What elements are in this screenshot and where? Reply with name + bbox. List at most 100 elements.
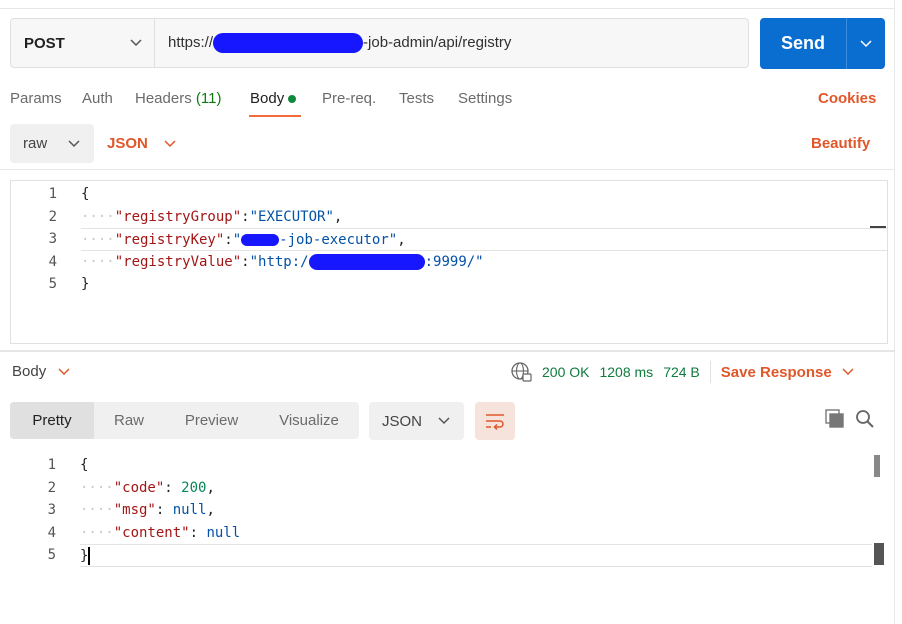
json-key: "registryGroup" (114, 208, 242, 225)
tab-params[interactable]: Params (10, 88, 62, 110)
json-value: "EXECUTOR" (249, 208, 334, 225)
body-mode-select[interactable]: raw (10, 124, 94, 163)
chevron-down-icon (164, 139, 176, 147)
close-brace: } (80, 548, 89, 564)
json-value-prefix: "http:/ (249, 253, 309, 270)
tab-auth-label: Auth (82, 90, 113, 107)
request-code: { ····"registryGroup":"EXECUTOR", ····"r… (81, 183, 887, 296)
chevron-down-icon (58, 368, 70, 376)
json-value: 200 (181, 479, 207, 496)
code-line-current: } (80, 544, 872, 567)
tab-params-label: Params (10, 90, 62, 107)
code-line: ····"registryValue":"http:/:9999/" (81, 253, 484, 270)
line-number: 4 (48, 253, 57, 270)
body-language-label: JSON (107, 135, 148, 152)
line-number: 3 (47, 502, 56, 518)
response-format-select[interactable]: JSON (369, 402, 464, 440)
method-label: POST (24, 34, 65, 52)
tab-preview[interactable]: Preview (164, 402, 259, 439)
body-language-select[interactable]: JSON (107, 124, 176, 163)
open-brace: { (81, 186, 90, 202)
json-value: -job-executor" (279, 232, 398, 248)
code-line: ····"msg": null, (80, 502, 215, 518)
request-url-bar: POST https:// -job-admin/api/registry (10, 18, 749, 68)
body-indicator-dot (288, 95, 297, 104)
line-number: 2 (47, 479, 56, 496)
close-brace: } (81, 276, 90, 292)
url-prefix: https:// (168, 34, 214, 51)
active-tab-underline (249, 115, 301, 117)
json-value: null (172, 502, 207, 518)
redacted-text (241, 234, 280, 246)
url-input[interactable]: https:// -job-admin/api/registry (168, 19, 511, 67)
json-value: null (206, 524, 241, 541)
line-number: 5 (48, 276, 57, 292)
response-scrollbar-thumb[interactable] (874, 455, 880, 477)
tab-auth[interactable]: Auth (82, 88, 113, 110)
cookies-link[interactable]: Cookies (818, 88, 876, 110)
text-cursor (88, 547, 91, 565)
globe-icon[interactable] (510, 361, 532, 383)
status-code[interactable]: 200 OK (542, 364, 589, 380)
response-section-label: Body (12, 363, 47, 380)
chevron-down-icon (130, 39, 142, 47)
response-meta: 200 OK 1208 ms 724 B Save Response (510, 361, 854, 383)
wrap-lines-icon (486, 414, 504, 430)
json-value: :9999/" (424, 253, 484, 270)
open-brace: { (80, 457, 89, 473)
code-line: ····"code": 200, (80, 479, 215, 496)
chevron-down-icon (68, 139, 80, 147)
response-body-viewer[interactable]: { ····"code": 200, ····"msg": null, ····… (80, 454, 872, 567)
tab-settings-label: Settings (458, 90, 513, 107)
tab-settings[interactable]: Settings (458, 88, 512, 110)
save-response-button[interactable]: Save Response (721, 364, 832, 381)
tab-body[interactable]: Body (250, 88, 297, 110)
json-value-prefix: " (232, 232, 242, 248)
tab-visualize[interactable]: Visualize (259, 402, 359, 439)
send-options-button[interactable] (847, 18, 885, 69)
method-select[interactable]: POST (11, 19, 155, 67)
wrap-lines-button[interactable] (475, 402, 515, 440)
body-mode-label: raw (23, 135, 48, 152)
tab-tests-label: Tests (399, 90, 435, 107)
beautify-link[interactable]: Beautify (811, 133, 870, 155)
code-line: ····"content": null (80, 524, 241, 541)
url-suffix: -job-admin/api/registry (363, 34, 512, 51)
request-line-numbers: 1 2 3 4 5 (11, 183, 57, 296)
response-scroll-marker (874, 543, 884, 565)
json-key: "content" (113, 524, 190, 541)
json-key: "registryValue" (114, 253, 242, 270)
search-icon[interactable] (855, 409, 875, 434)
response-time[interactable]: 1208 ms (599, 364, 653, 380)
response-view-tabs: Pretty Raw Preview Visualize (10, 402, 359, 439)
line-number: 5 (47, 547, 56, 563)
redacted-text (308, 253, 425, 270)
copy-icon[interactable] (825, 409, 845, 434)
send-button[interactable]: Send (760, 18, 846, 69)
json-key: "registryKey" (114, 232, 225, 248)
line-number: 2 (48, 208, 57, 225)
chevron-down-icon (860, 39, 872, 47)
request-body-editor[interactable]: 1 2 3 4 5 { ····"registryGroup":"EXECUTO… (10, 180, 888, 344)
tab-pre-request[interactable]: Pre-req. (322, 88, 376, 110)
response-line-numbers: 1 2 3 4 5 (10, 454, 56, 567)
response-format-label: JSON (382, 412, 423, 430)
redacted-host (213, 33, 364, 54)
code-line: } (81, 273, 887, 296)
options-divider (0, 169, 894, 170)
top-divider (0, 8, 894, 9)
headers-count: (11) (195, 90, 222, 107)
response-divider (0, 350, 894, 352)
line-number: 1 (47, 457, 56, 473)
tab-pretty[interactable]: Pretty (10, 402, 94, 439)
send-button-group: Send (760, 18, 885, 69)
tab-headers[interactable]: Headers (11) (135, 88, 221, 110)
response-size[interactable]: 724 B (663, 364, 700, 380)
tab-raw[interactable]: Raw (94, 402, 164, 439)
code-line-current: ····"registryKey":" -job-executor", (81, 228, 887, 251)
tab-tests[interactable]: Tests (399, 88, 434, 110)
response-section-select[interactable]: Body (12, 362, 70, 382)
code-line: ····"registryGroup":"EXECUTOR", (81, 208, 343, 225)
chevron-down-icon[interactable] (842, 368, 854, 376)
meta-separator (709, 361, 711, 383)
